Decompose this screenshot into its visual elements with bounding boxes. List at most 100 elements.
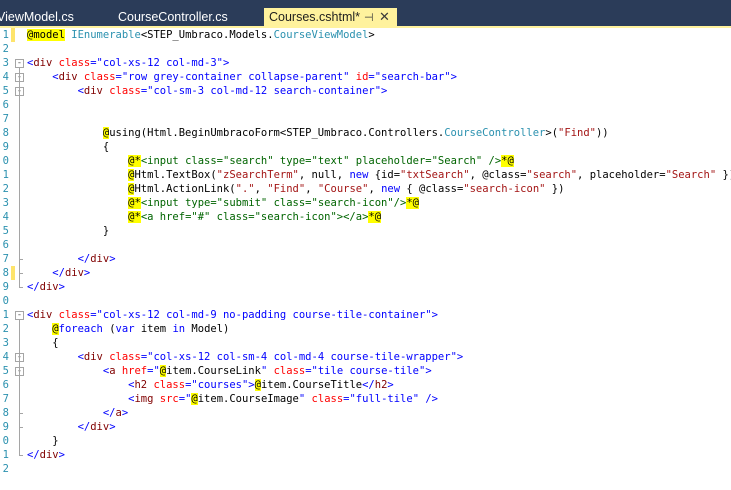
code-line[interactable]: 2 bbox=[0, 462, 731, 476]
tab-courses-cshtml[interactable]: Courses.cshtml* ⊣ ✕ bbox=[264, 8, 397, 26]
code-line[interactable]: 8 </a> bbox=[0, 406, 731, 420]
code-token: </ bbox=[102, 407, 116, 419]
code-line[interactable]: 7 <img src="@item.CourseImage" class="fu… bbox=[0, 392, 731, 406]
code-token: in bbox=[172, 323, 186, 335]
code-line[interactable]: 7 bbox=[0, 112, 731, 126]
collapse-icon[interactable]: - bbox=[15, 311, 24, 320]
code-editor[interactable]: 1 @model IEnumerable<STEP_Umbraco.Models.… bbox=[0, 28, 731, 490]
code-text: <div class="col-xs-12 col-md-3"> bbox=[27, 56, 229, 70]
code-line[interactable]: 3 { bbox=[0, 336, 731, 350]
modified-marker bbox=[11, 28, 15, 42]
code-text: <div class="col-xs-12 col-md-9 no-paddin… bbox=[27, 308, 438, 322]
code-token: >( bbox=[545, 127, 559, 139]
code-token: > bbox=[109, 253, 116, 265]
code-line[interactable]: 6 bbox=[0, 238, 731, 252]
code-text: @Html.ActionLink(".", "Find", "Course", … bbox=[27, 182, 564, 196]
code-line[interactable]: 1- <div class="col-xs-12 col-md-9 no-padd… bbox=[0, 308, 731, 322]
line-number: 6 bbox=[2, 99, 9, 111]
code-token: "Find" bbox=[267, 183, 306, 195]
collapse-icon[interactable]: - bbox=[15, 59, 24, 68]
line-number: 8 bbox=[2, 267, 9, 279]
code-line[interactable]: 4- <div class="col-xs-12 col-sm-4 col-md… bbox=[0, 350, 731, 364]
code-token: ="col-xs-12 col-sm-4 col-md-4 course-til… bbox=[140, 351, 464, 363]
code-line[interactable]: 5- <a href="@item.CourseLink" class="til… bbox=[0, 364, 731, 378]
code-line[interactable]: 8 @using(Html.BeginUmbracoForm<STEP_Umbr… bbox=[0, 126, 731, 140]
code-line[interactable]: 8 </div> bbox=[0, 266, 731, 280]
code-token: *@ bbox=[406, 197, 419, 209]
code-token: div bbox=[39, 281, 59, 293]
code-text: </a> bbox=[27, 406, 128, 420]
code-line[interactable]: 3- <div class="col-xs-12 col-md-3"> bbox=[0, 56, 731, 70]
code-token: </ bbox=[77, 421, 91, 433]
code-line[interactable]: 2 @Html.ActionLink(".", "Find", "Course"… bbox=[0, 182, 731, 196]
line-number: 5 bbox=[2, 85, 9, 97]
code-token: ="col-xs-12 col-md-9 no-padding course-t… bbox=[90, 309, 438, 321]
code-token: <a href="#" class="search-icon"></a> bbox=[140, 211, 369, 223]
code-line[interactable]: 0 } bbox=[0, 434, 731, 448]
code-text: } bbox=[27, 434, 59, 448]
code-text: <a href="@item.CourseLink" class="tile c… bbox=[27, 364, 432, 378]
code-token: class bbox=[58, 309, 91, 321]
line-number: 6 bbox=[2, 239, 9, 251]
code-line[interactable]: 0 bbox=[0, 294, 731, 308]
code-line[interactable]: 1 @model IEnumerable<STEP_Umbraco.Models.… bbox=[0, 28, 731, 42]
code-token: > bbox=[58, 449, 65, 461]
line-number: 3 bbox=[2, 57, 9, 69]
code-token: div bbox=[33, 57, 53, 69]
code-line[interactable]: 3 @*<input type="submit" class="search-i… bbox=[0, 196, 731, 210]
code-token: class bbox=[109, 85, 141, 97]
line-number: 5 bbox=[2, 365, 9, 377]
line-number: 5 bbox=[2, 225, 9, 237]
code-line[interactable]: 5- <div class="col-sm-3 col-md-12 search… bbox=[0, 84, 731, 98]
pin-icon[interactable]: ⊣ bbox=[364, 9, 374, 26]
code-line[interactable]: 2 @foreach (var item in Model) bbox=[0, 322, 731, 336]
code-token: =" bbox=[178, 393, 192, 405]
code-text: @using(Html.BeginUmbracoForm<STEP_Umbrac… bbox=[27, 126, 609, 140]
code-token: IEnumerable bbox=[71, 29, 141, 41]
code-token: div bbox=[90, 253, 110, 265]
code-line[interactable]: 2 bbox=[0, 42, 731, 56]
code-line[interactable]: 6 <h2 class="courses">@item.CourseTitle<… bbox=[0, 378, 731, 392]
line-number: 7 bbox=[2, 253, 9, 265]
line-number: 2 bbox=[2, 323, 9, 335]
code-token: } bbox=[27, 435, 59, 447]
code-line[interactable]: 9 { bbox=[0, 140, 731, 154]
code-token: ="row grey-container collapse-parent" bbox=[115, 71, 350, 83]
line-number: 1 bbox=[2, 29, 9, 41]
code-token: { bbox=[27, 337, 59, 349]
code-line[interactable]: 4 @*<a href="#" class="search-icon"></a>… bbox=[0, 210, 731, 224]
code-line[interactable]: 1 @Html.TextBox("zSearchTerm", null, new… bbox=[0, 168, 731, 182]
close-icon[interactable]: ✕ bbox=[379, 8, 390, 26]
code-line[interactable]: 4- <div class="row grey-container collap… bbox=[0, 70, 731, 84]
line-number: 3 bbox=[2, 197, 9, 209]
code-line[interactable]: 6 bbox=[0, 98, 731, 112]
code-token: "." bbox=[235, 183, 255, 195]
code-token: <input type="submit" class="search-icon"… bbox=[140, 197, 407, 209]
code-token: item.CourseImage bbox=[197, 393, 299, 405]
code-line[interactable]: 5 } bbox=[0, 224, 731, 238]
outline-guide bbox=[19, 376, 20, 413]
code-line[interactable]: 9 </div> bbox=[0, 280, 731, 294]
outline-guide-end bbox=[19, 259, 23, 260]
code-line[interactable]: 9 </div> bbox=[0, 420, 731, 434]
code-line[interactable]: 7 </div> bbox=[0, 252, 731, 266]
code-line[interactable]: 1 </div> bbox=[0, 448, 731, 462]
code-token: ="search-bar"> bbox=[368, 71, 457, 83]
outline-guide-end bbox=[19, 273, 23, 274]
tab-label: CourseController.cs bbox=[118, 10, 228, 24]
code-text: @Html.TextBox("zSearchTerm", null, new {… bbox=[27, 168, 731, 182]
tab-coursecontroller-cs[interactable]: CourseController.cs bbox=[108, 8, 263, 26]
code-token: > bbox=[368, 29, 375, 41]
tab-viewmodel-cs[interactable]: ViewModel.cs bbox=[0, 8, 108, 26]
code-line[interactable]: 0 @*<input class="search" type="text" pl… bbox=[0, 154, 731, 168]
line-number: 2 bbox=[2, 463, 9, 475]
code-token: } bbox=[27, 225, 110, 237]
line-number: 9 bbox=[2, 281, 9, 293]
code-token: h2 bbox=[374, 379, 388, 391]
